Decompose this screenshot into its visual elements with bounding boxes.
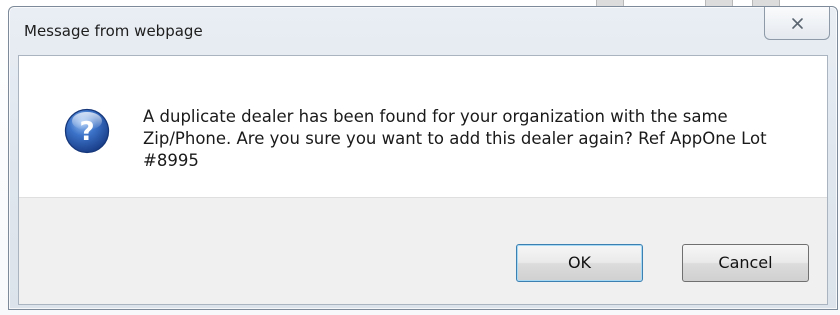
button-bar: OK Cancel bbox=[19, 197, 827, 304]
dialog-content: ? A duplicate dealer has been found for … bbox=[18, 55, 828, 305]
message-dialog: Message from webpage ? A duplicate deale… bbox=[8, 6, 838, 310]
message-text: A duplicate dealer has been found for yo… bbox=[143, 107, 767, 170]
dialog-title: Message from webpage bbox=[24, 22, 203, 40]
ok-button[interactable]: OK bbox=[516, 244, 643, 282]
close-icon bbox=[791, 17, 804, 30]
message-area: ? A duplicate dealer has been found for … bbox=[19, 56, 827, 197]
question-icon: ? bbox=[64, 108, 110, 154]
dialog-titlebar[interactable]: Message from webpage bbox=[9, 7, 837, 55]
cancel-button[interactable]: Cancel bbox=[682, 244, 809, 282]
close-button[interactable] bbox=[764, 7, 830, 40]
svg-text:?: ? bbox=[79, 117, 94, 147]
